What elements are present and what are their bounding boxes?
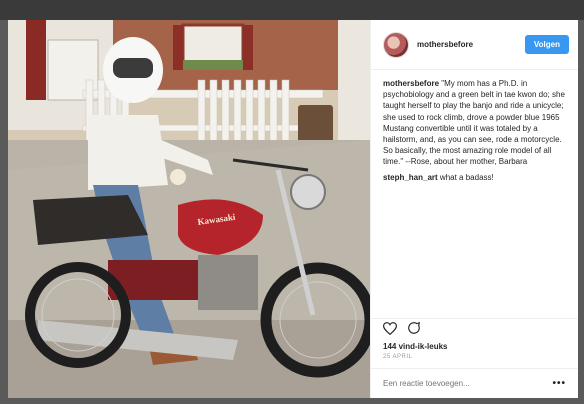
post-date: 25 APRIL [383,354,413,360]
username-link[interactable]: mothersbefore [417,40,525,49]
post-actions [371,318,578,342]
dark-backdrop-bottom [0,398,584,404]
comment-user[interactable]: mothersbefore [383,79,439,88]
more-options-icon[interactable]: ••• [552,378,566,389]
comments-list: mothersbefore "My mom has a Ph.D. in psy… [371,70,578,318]
follow-button[interactable]: Volgen [524,35,569,54]
comment-input[interactable] [383,379,553,388]
caption-comment: mothersbefore "My mom has a Ph.D. in psy… [383,78,566,168]
add-comment-bar: ••• [371,368,578,398]
comment-text: what a badass! [439,172,494,182]
heart-icon[interactable] [382,321,398,340]
dark-backdrop-right [578,20,584,404]
dark-backdrop [0,0,584,20]
comment-icon[interactable] [407,321,421,340]
comment-text: "My mom has a Ph.D. in psychobiology and… [383,79,565,167]
comment-user[interactable]: steph_han_art [383,173,438,182]
dark-backdrop-left [0,20,8,404]
likes-count[interactable]: 144 vind-ik-leuks [371,342,578,351]
post-sidebar: mothersbefore Volgen mothersbefore "My m… [370,20,578,398]
motorcycle-photo: Kawasaki [8,20,370,398]
avatar[interactable] [383,31,409,58]
list-item: steph_han_art what a badass! [383,172,566,183]
post-modal: Kawasaki mothersbefore Volgen mothersbef… [8,20,578,398]
post-photo: Kawasaki [8,20,370,398]
post-header: mothersbefore Volgen [371,20,578,70]
